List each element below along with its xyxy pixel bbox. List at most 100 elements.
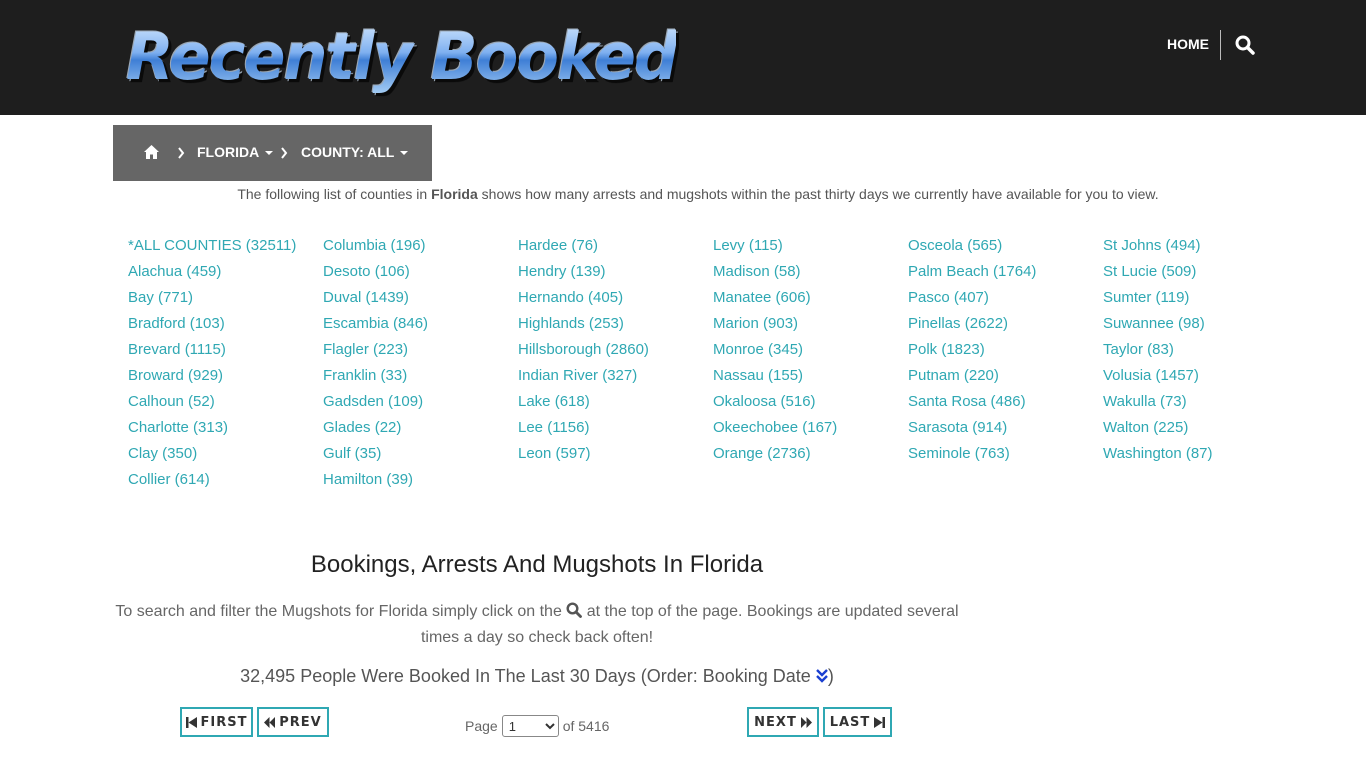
county-link[interactable]: Clay (350) [128, 444, 318, 470]
county-link[interactable]: Nassau (155) [713, 366, 903, 392]
county-link[interactable]: Lee (1156) [518, 418, 708, 444]
last-page-label: LAST [829, 714, 871, 730]
county-link[interactable]: Polk (1823) [908, 340, 1098, 366]
county-link[interactable]: Volusia (1457) [1103, 366, 1293, 392]
county-column: Columbia (196) Desoto (106) Duval (1439) Es… [323, 236, 513, 496]
county-link[interactable]: Indian River (327) [518, 366, 708, 392]
county-link[interactable]: Franklin (33) [323, 366, 513, 392]
last-page-button[interactable]: LAST [823, 707, 892, 737]
backward-icon [264, 716, 276, 728]
county-link[interactable]: Columbia (196) [323, 236, 513, 262]
county-link[interactable]: Gadsden (109) [323, 392, 513, 418]
page-select[interactable]: 1 [501, 715, 559, 737]
first-page-button[interactable]: FIRST [180, 707, 253, 737]
county-link[interactable]: Manatee (606) [713, 288, 903, 314]
county-link[interactable]: Okaloosa (516) [713, 392, 903, 418]
step-backward-icon [185, 716, 197, 728]
county-link[interactable]: St Lucie (509) [1103, 262, 1293, 288]
county-link[interactable]: Collier (614) [128, 470, 318, 496]
county-link[interactable]: Leon (597) [518, 444, 708, 470]
county-link[interactable]: Orange (2736) [713, 444, 903, 470]
county-link[interactable]: Suwannee (98) [1103, 314, 1293, 340]
step-forward-icon [874, 716, 886, 728]
county-link[interactable]: Sumter (119) [1103, 288, 1293, 314]
breadcrumb-state-label: FLORIDA [197, 144, 260, 160]
next-page-button[interactable]: NEXT [747, 707, 819, 737]
county-link[interactable]: Washington (87) [1103, 444, 1293, 470]
county-link[interactable]: Pinellas (2622) [908, 314, 1098, 340]
county-column: Hardee (76) Hendry (139) Hernando (405) Hig… [518, 236, 708, 470]
booking-count-close: ) [827, 666, 834, 686]
caret-down-icon [400, 151, 409, 156]
breadcrumb: FLORIDA COUNTY: ALL [113, 125, 432, 181]
county-link[interactable]: Charlotte (313) [128, 418, 318, 444]
county-link[interactable]: Gulf (35) [323, 444, 513, 470]
breadcrumb-county-dropdown[interactable]: COUNTY: ALL [301, 144, 409, 160]
county-link[interactable]: Sarasota (914) [908, 418, 1098, 444]
county-link[interactable]: Santa Rosa (486) [908, 392, 1098, 418]
county-link[interactable]: Escambia (846) [323, 314, 513, 340]
county-link[interactable]: Flagler (223) [323, 340, 513, 366]
county-link[interactable]: Desoto (106) [323, 262, 513, 288]
search-icon[interactable] [1235, 35, 1255, 55]
county-link[interactable]: Bay (771) [128, 288, 318, 314]
page-label: Page [465, 718, 498, 734]
intro-before: The following list of counties in [237, 186, 432, 202]
nav-divider [1220, 30, 1221, 60]
county-link[interactable]: Pasco (407) [908, 288, 1098, 314]
county-link[interactable]: St Johns (494) [1103, 236, 1293, 262]
breadcrumb-state-dropdown[interactable]: FLORIDA [197, 144, 274, 160]
county-link[interactable]: Putnam (220) [908, 366, 1098, 392]
county-link[interactable]: Marion (903) [713, 314, 903, 340]
search-icon [566, 602, 583, 618]
first-page-label: FIRST [200, 714, 248, 730]
page-selector: Page 1 of 5416 [465, 715, 609, 737]
county-link[interactable]: Duval (1439) [323, 288, 513, 314]
county-link[interactable]: Wakulla (73) [1103, 392, 1293, 418]
intro-after: shows how many arrests and mugshots with… [477, 186, 1159, 202]
section-text-before: To search and filter the Mugshots for Fl… [115, 603, 562, 620]
county-link[interactable]: Hendry (139) [518, 262, 708, 288]
chevron-right-icon [281, 147, 288, 159]
county-link[interactable]: Osceola (565) [908, 236, 1098, 262]
site-header: Recently Booked HOME [0, 0, 1366, 115]
county-link[interactable]: Hillsborough (2860) [518, 340, 708, 366]
forward-icon [800, 716, 812, 728]
county-column: Osceola (565) Palm Beach (1764) Pasco (407… [908, 236, 1098, 470]
site-logo[interactable]: Recently Booked [126, 18, 678, 95]
county-link[interactable]: Taylor (83) [1103, 340, 1293, 366]
county-link[interactable]: Glades (22) [323, 418, 513, 444]
county-link[interactable]: Alachua (459) [128, 262, 318, 288]
county-link[interactable]: Highlands (253) [518, 314, 708, 340]
county-column: *ALL COUNTIES (32511) Alachua (459) Bay (7… [128, 236, 318, 496]
county-link[interactable]: Bradford (103) [128, 314, 318, 340]
county-link[interactable]: Calhoun (52) [128, 392, 318, 418]
county-link[interactable]: Monroe (345) [713, 340, 903, 366]
intro-state: Florida [431, 186, 478, 202]
county-link[interactable]: Hamilton (39) [323, 470, 513, 496]
county-link[interactable]: Lake (618) [518, 392, 708, 418]
sort-order-icon[interactable] [815, 669, 828, 683]
booking-count: 32,495 People Were Booked In The Last 30… [113, 666, 961, 687]
county-link[interactable]: Seminole (763) [908, 444, 1098, 470]
county-link[interactable]: Hernando (405) [518, 288, 708, 314]
county-link[interactable]: Palm Beach (1764) [908, 262, 1098, 288]
county-link[interactable]: Hardee (76) [518, 236, 708, 262]
intro-text: The following list of counties in Florid… [15, 186, 1366, 202]
county-link[interactable]: Brevard (1115) [128, 340, 318, 366]
county-link[interactable]: Walton (225) [1103, 418, 1293, 444]
next-page-label: NEXT [754, 714, 797, 730]
section-title: Bookings, Arrests And Mugshots In Florid… [310, 551, 764, 578]
county-column: St Johns (494) St Lucie (509) Sumter (119)… [1103, 236, 1293, 470]
county-link[interactable]: Okeechobee (167) [713, 418, 903, 444]
nav-home-link[interactable]: HOME [1167, 36, 1209, 52]
county-link[interactable]: Broward (929) [128, 366, 318, 392]
home-icon[interactable] [143, 144, 160, 160]
county-link[interactable]: Levy (115) [713, 236, 903, 262]
section-description: To search and filter the Mugshots for Fl… [113, 599, 961, 651]
county-link[interactable]: Madison (58) [713, 262, 903, 288]
booking-count-text: 32,495 People Were Booked In The Last 30… [240, 666, 811, 686]
prev-page-button[interactable]: PREV [257, 707, 329, 737]
breadcrumb-county-label: COUNTY: ALL [301, 144, 395, 160]
county-link[interactable]: *ALL COUNTIES (32511) [128, 236, 318, 262]
